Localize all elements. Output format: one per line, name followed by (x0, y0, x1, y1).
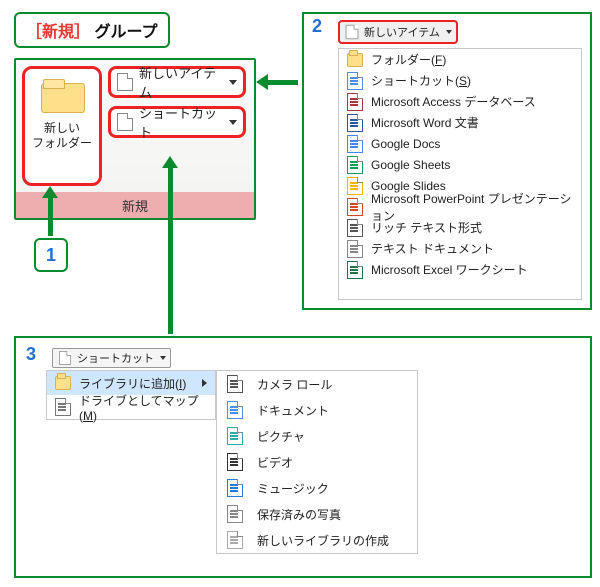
header-suffix: グループ (95, 24, 158, 41)
menu-item[interactable]: Microsoft Excel ワークシート (339, 259, 581, 280)
menu-item[interactable]: Microsoft Word 文書 (339, 112, 581, 133)
rtf-icon (347, 220, 363, 236)
new-item-menu: フォルダー(F)ショートカット(S)Microsoft Access データベー… (338, 48, 582, 300)
new-item-button[interactable]: 新しいアイテム (108, 66, 246, 98)
panel-new-item-menu: 2 新しいアイテム フォルダー(F)ショートカット(S)Microsoft Ac… (302, 12, 592, 310)
submenu-item[interactable]: ドキュメント (217, 397, 417, 423)
new-item-icon (117, 74, 133, 90)
ppt-icon (347, 199, 363, 215)
shortcut-menu: ライブラリに追加(I)ドライブとしてマップ(M) (46, 370, 216, 420)
folder-icon (347, 52, 363, 68)
music-icon (227, 480, 243, 496)
saved-icon (227, 506, 243, 522)
menu-item[interactable]: Google Docs (339, 133, 581, 154)
submenu-item[interactable]: カメラ ロール (217, 371, 417, 397)
library-submenu: カメラ ロールドキュメントピクチャビデオミュージック保存済みの写真新しいライブラ… (216, 370, 418, 554)
arrow-3 (168, 166, 173, 334)
submenu-item[interactable]: 新しいライブラリの作成 (217, 527, 417, 553)
chevron-down-icon (446, 30, 452, 34)
camera-icon (227, 376, 243, 392)
shortcut-icon (347, 73, 363, 89)
submenu-item[interactable]: ビデオ (217, 449, 417, 475)
shortcut-icon (57, 350, 73, 366)
arrow-2-head (256, 74, 268, 90)
step-label-3: 3 (26, 344, 36, 365)
txt-icon (347, 241, 363, 257)
new-item-icon (344, 24, 360, 40)
menu-item[interactable]: ドライブとしてマップ(M) (47, 395, 215, 419)
chevron-down-icon (160, 356, 166, 360)
shortcut-button[interactable]: ショートカット (108, 106, 246, 138)
arrow-1-head (42, 186, 58, 198)
submenu-item[interactable]: 保存済みの写真 (217, 501, 417, 527)
excel-icon (347, 262, 363, 278)
new-folder-label: 新しい フォルダー (32, 121, 92, 151)
shortcut-label: ショートカット (139, 103, 223, 141)
menu-item[interactable]: テキスト ドキュメント (339, 238, 581, 259)
submenu-item[interactable]: ミュージック (217, 475, 417, 501)
gdoc-icon (347, 136, 363, 152)
word-icon (347, 115, 363, 131)
bracket-open: ［ (26, 24, 42, 41)
header-badge: ［新規］ グループ (14, 12, 170, 48)
new-item-dropdown-header[interactable]: 新しいアイテム (338, 20, 458, 44)
shortcut-dropdown-header[interactable]: ショートカット (52, 348, 171, 368)
arrow-1 (48, 196, 53, 236)
gslide-icon (347, 178, 363, 194)
lib-icon (55, 375, 71, 391)
pic-icon (227, 428, 243, 444)
bracket-close: ］ (74, 24, 90, 41)
menu-item[interactable]: Google Sheets (339, 154, 581, 175)
drive-icon (55, 399, 71, 415)
newlib-icon (227, 532, 243, 548)
new-item-label: 新しいアイテム (139, 63, 223, 101)
shortcut-icon (117, 114, 133, 130)
submenu-item[interactable]: ピクチャ (217, 423, 417, 449)
chevron-down-icon (229, 120, 237, 125)
access-icon (347, 94, 363, 110)
arrow-3-head (162, 156, 178, 168)
panel-shortcut-menu: 3 ショートカット ライブラリに追加(I)ドライブとしてマップ(M) カメラ ロ… (14, 336, 592, 578)
menu-item[interactable]: ショートカット(S) (339, 70, 581, 91)
arrow-2 (268, 80, 298, 85)
header-name: 新規 (42, 24, 74, 41)
video-icon (227, 454, 243, 470)
step-chip-1: 1 (34, 238, 68, 272)
gsheet-icon (347, 157, 363, 173)
step-label-2: 2 (312, 16, 322, 37)
menu-item[interactable]: Microsoft Access データベース (339, 91, 581, 112)
chevron-down-icon (229, 80, 237, 85)
chevron-right-icon (202, 379, 207, 387)
menu-item[interactable]: Microsoft PowerPoint プレゼンテーション (339, 196, 581, 217)
new-folder-button[interactable]: 新しい フォルダー (22, 66, 102, 186)
menu-item[interactable]: フォルダー(F) (339, 49, 581, 70)
folder-icon (39, 77, 85, 113)
doc-icon (227, 402, 243, 418)
